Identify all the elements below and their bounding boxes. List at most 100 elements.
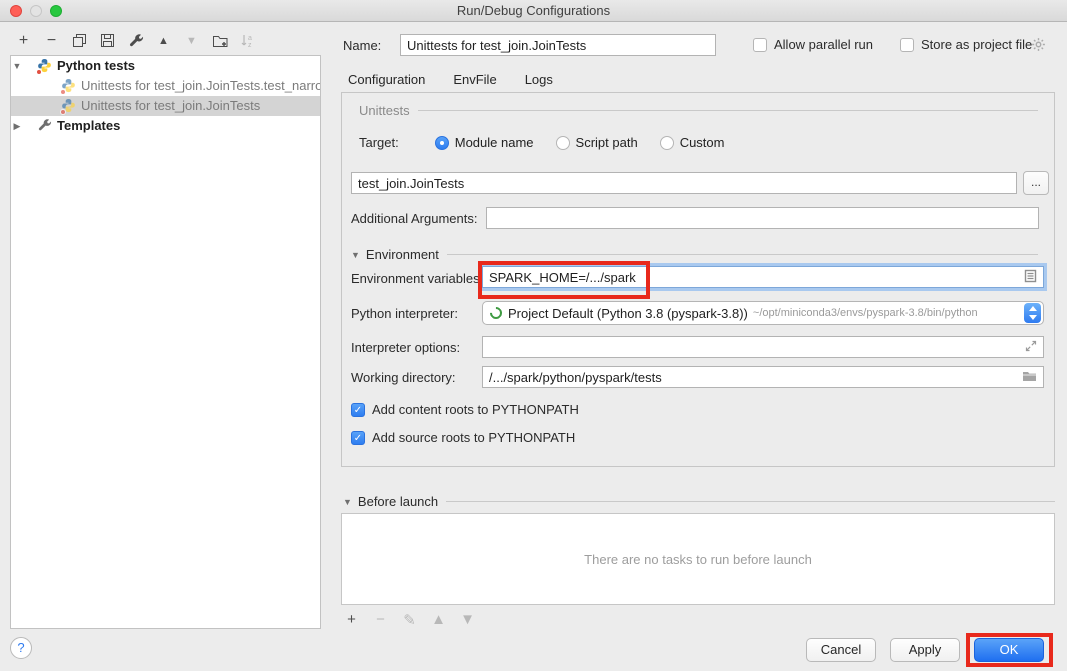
add-task-icon[interactable]: +	[343, 611, 360, 628]
svg-text:a: a	[248, 35, 252, 42]
target-label: Target:	[359, 135, 399, 150]
move-task-up-icon: ▲	[430, 611, 447, 628]
tree-item-label: Unittests for test_join.JoinTests	[81, 96, 260, 116]
tab-configuration[interactable]: Configuration	[343, 68, 439, 95]
tree-item-templates[interactable]: ▶ Templates	[11, 116, 320, 136]
add-configuration-icon[interactable]: +	[15, 32, 32, 49]
before-launch-empty-message: There are no tasks to run before launch	[584, 552, 812, 567]
radio-module-name-label[interactable]: Module name	[455, 135, 534, 150]
copy-configuration-icon[interactable]	[71, 32, 88, 49]
sort-configurations-icon: az	[239, 32, 256, 49]
unittests-group-header: Unittests	[359, 103, 1038, 118]
allow-parallel-run-label: Allow parallel run	[774, 37, 873, 52]
gear-icon[interactable]	[1031, 37, 1046, 55]
python-interpreter-dropdown[interactable]: Project Default (Python 3.8 (pyspark-3.8…	[482, 301, 1044, 325]
additional-arguments-input[interactable]	[486, 207, 1039, 229]
environment-section-title: Environment	[366, 247, 439, 262]
templates-wrench-icon	[37, 118, 53, 134]
interpreter-options-label: Interpreter options:	[351, 340, 460, 355]
checkbox-checked[interactable]: ✓	[351, 403, 365, 417]
window-title: Run/Debug Configurations	[0, 3, 1067, 18]
tab-envfile[interactable]: EnvFile	[439, 68, 510, 95]
browse-button[interactable]: ...	[1023, 171, 1049, 195]
additional-arguments-label: Additional Arguments:	[351, 211, 477, 226]
store-as-project-file-label: Store as project file	[921, 37, 1032, 52]
radio-module-name[interactable]	[435, 136, 449, 150]
svg-text:z: z	[248, 42, 252, 49]
tree-item-unittests-jointests[interactable]: Unittests for test_join.JoinTests	[11, 96, 320, 116]
environment-section-header[interactable]: ▼ Environment	[351, 247, 1038, 262]
run-debug-configurations-dialog: Run/Debug Configurations + − ▲ ▼ az ▼	[0, 0, 1067, 671]
environment-variables-value: SPARK_HOME=/.../spark	[489, 270, 1024, 285]
dropdown-stepper-icon[interactable]	[1024, 303, 1041, 323]
test-badge-icon	[60, 109, 66, 115]
allow-parallel-run-checkbox[interactable]: Allow parallel run	[753, 37, 873, 52]
add-content-roots-label: Add content roots to PYTHONPATH	[372, 402, 579, 417]
add-source-roots-label: Add source roots to PYTHONPATH	[372, 430, 575, 445]
collapsed-arrow-icon[interactable]: ▶	[11, 116, 23, 136]
environment-variables-label: Environment variables:	[351, 271, 483, 286]
edit-task-icon: ✎	[401, 611, 418, 628]
name-input[interactable]	[400, 34, 716, 56]
test-badge-icon	[60, 89, 66, 95]
help-button[interactable]: ?	[10, 637, 32, 659]
add-content-roots-checkbox[interactable]: ✓ Add content roots to PYTHONPATH	[351, 402, 579, 417]
python-interpreter-value: Project Default (Python 3.8 (pyspark-3.8…	[508, 306, 748, 321]
checkbox-unchecked[interactable]	[900, 38, 914, 52]
tab-bar: Configuration EnvFile Logs	[343, 68, 567, 95]
tree-item-python-tests[interactable]: ▼ Python tests	[11, 56, 320, 76]
radio-script-path[interactable]	[556, 136, 570, 150]
remove-task-icon: −	[372, 611, 389, 628]
move-up-icon[interactable]: ▲	[155, 32, 172, 49]
store-as-project-file-checkbox[interactable]: Store as project file	[900, 37, 1032, 52]
interpreter-options-input[interactable]	[482, 336, 1044, 358]
environment-variables-input[interactable]: SPARK_HOME=/.../spark	[482, 266, 1044, 288]
python-interpreter-path: ~/opt/miniconda3/envs/pyspark-3.8/bin/py…	[753, 307, 1020, 319]
before-launch-title: Before launch	[358, 494, 438, 509]
move-task-down-icon: ▼	[459, 611, 476, 628]
unittests-group-title: Unittests	[359, 103, 410, 118]
checkbox-unchecked[interactable]	[753, 38, 767, 52]
python-tests-icon	[37, 58, 53, 74]
working-directory-value: /.../spark/python/pyspark/tests	[489, 370, 662, 385]
title-bar: Run/Debug Configurations	[0, 0, 1067, 22]
add-source-roots-checkbox[interactable]: ✓ Add source roots to PYTHONPATH	[351, 430, 575, 445]
python-config-icon	[61, 98, 77, 114]
radio-custom-label[interactable]: Custom	[680, 135, 725, 150]
tree-item-unittests-test-narrow[interactable]: Unittests for test_join.JoinTests.test_n…	[11, 76, 320, 96]
name-label: Name:	[343, 38, 381, 53]
ok-button[interactable]: OK	[974, 638, 1044, 662]
variables-list-icon[interactable]	[1024, 269, 1037, 286]
apply-button[interactable]: Apply	[890, 638, 960, 662]
cancel-button[interactable]: Cancel	[806, 638, 876, 662]
python-config-icon	[61, 78, 77, 94]
before-launch-toolbar: + − ✎ ▲ ▼	[343, 611, 476, 628]
tree-item-label: Unittests for test_join.JoinTests.test_n…	[81, 76, 320, 96]
tree-item-label: Python tests	[57, 56, 135, 76]
edit-templates-icon[interactable]	[127, 32, 144, 49]
new-folder-icon[interactable]	[211, 32, 228, 49]
folder-browse-icon[interactable]	[1022, 370, 1037, 385]
expanded-arrow-icon[interactable]: ▼	[351, 250, 360, 260]
working-directory-input[interactable]: /.../spark/python/pyspark/tests	[482, 366, 1044, 388]
expanded-arrow-icon[interactable]: ▼	[11, 56, 23, 76]
module-name-input[interactable]	[351, 172, 1017, 194]
configurations-tree: ▼ Python tests Unittests for test_join.J…	[10, 55, 321, 629]
save-configuration-icon[interactable]	[99, 32, 116, 49]
python-interpreter-label: Python interpreter:	[351, 306, 458, 321]
expand-field-icon[interactable]	[1025, 340, 1037, 355]
remove-configuration-icon[interactable]: −	[43, 32, 60, 49]
conda-environment-icon	[488, 305, 505, 322]
working-directory-label: Working directory:	[351, 370, 456, 385]
configuration-panel: Unittests Target: Module name Script pat…	[341, 92, 1055, 467]
tab-logs[interactable]: Logs	[511, 68, 567, 95]
target-row: Target: Module name Script path Custom	[359, 135, 724, 150]
radio-script-path-label[interactable]: Script path	[576, 135, 638, 150]
checkbox-checked[interactable]: ✓	[351, 431, 365, 445]
before-launch-task-list: There are no tasks to run before launch	[341, 513, 1055, 605]
before-launch-section-header[interactable]: ▼ Before launch	[343, 494, 1055, 509]
move-down-icon: ▼	[183, 32, 200, 49]
radio-custom[interactable]	[660, 136, 674, 150]
expanded-arrow-icon[interactable]: ▼	[343, 497, 352, 507]
test-badge-icon	[36, 69, 42, 75]
